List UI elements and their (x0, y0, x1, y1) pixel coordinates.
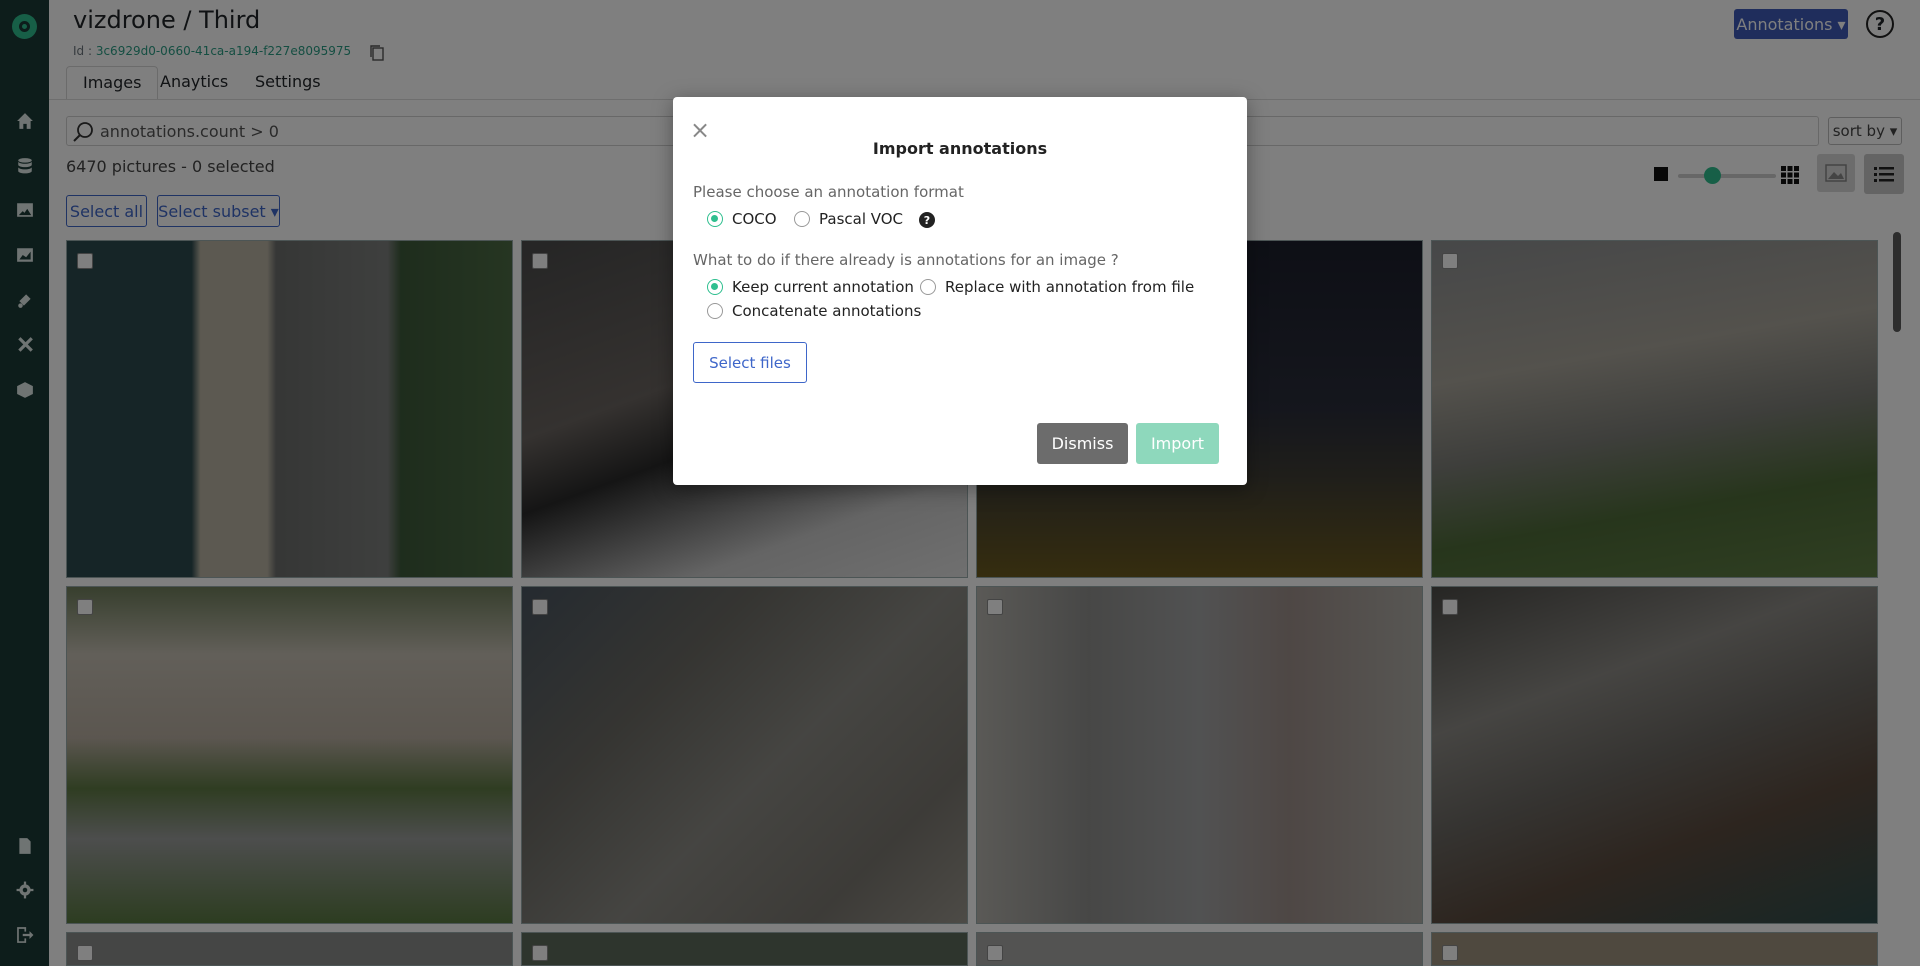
radio-coco[interactable] (707, 211, 723, 227)
select-files-button[interactable]: Select files (693, 342, 807, 383)
keep-current-label: Keep current annotation (732, 278, 914, 296)
dialog-title: Import annotations (872, 139, 1048, 158)
format-pascal-label: Pascal VOC (819, 210, 904, 228)
import-button[interactable]: Import (1136, 423, 1219, 464)
radio-replace[interactable] (920, 279, 936, 295)
option-replace[interactable]: Replace with annotation from file (920, 278, 1194, 296)
format-help-icon[interactable]: ? (919, 212, 935, 228)
radio-concatenate[interactable] (707, 303, 723, 319)
import-annotations-dialog: × Import annotations Please choose an an… (673, 97, 1247, 485)
dismiss-button[interactable]: Dismiss (1037, 423, 1128, 464)
radio-pascal-voc[interactable] (794, 211, 810, 227)
option-concatenate[interactable]: Concatenate annotations (707, 302, 921, 320)
format-option-coco[interactable]: COCO (707, 210, 777, 228)
radio-keep-current[interactable] (707, 279, 723, 295)
format-coco-label: COCO (732, 210, 777, 228)
existing-annotations-label: What to do if there already is annotatio… (693, 251, 1119, 269)
concatenate-label: Concatenate annotations (732, 302, 922, 320)
option-keep-current[interactable]: Keep current annotation (707, 278, 914, 296)
format-option-pascal-voc[interactable]: Pascal VOC (794, 210, 903, 228)
replace-label: Replace with annotation from file (945, 278, 1195, 296)
format-label: Please choose an annotation format (693, 183, 964, 201)
